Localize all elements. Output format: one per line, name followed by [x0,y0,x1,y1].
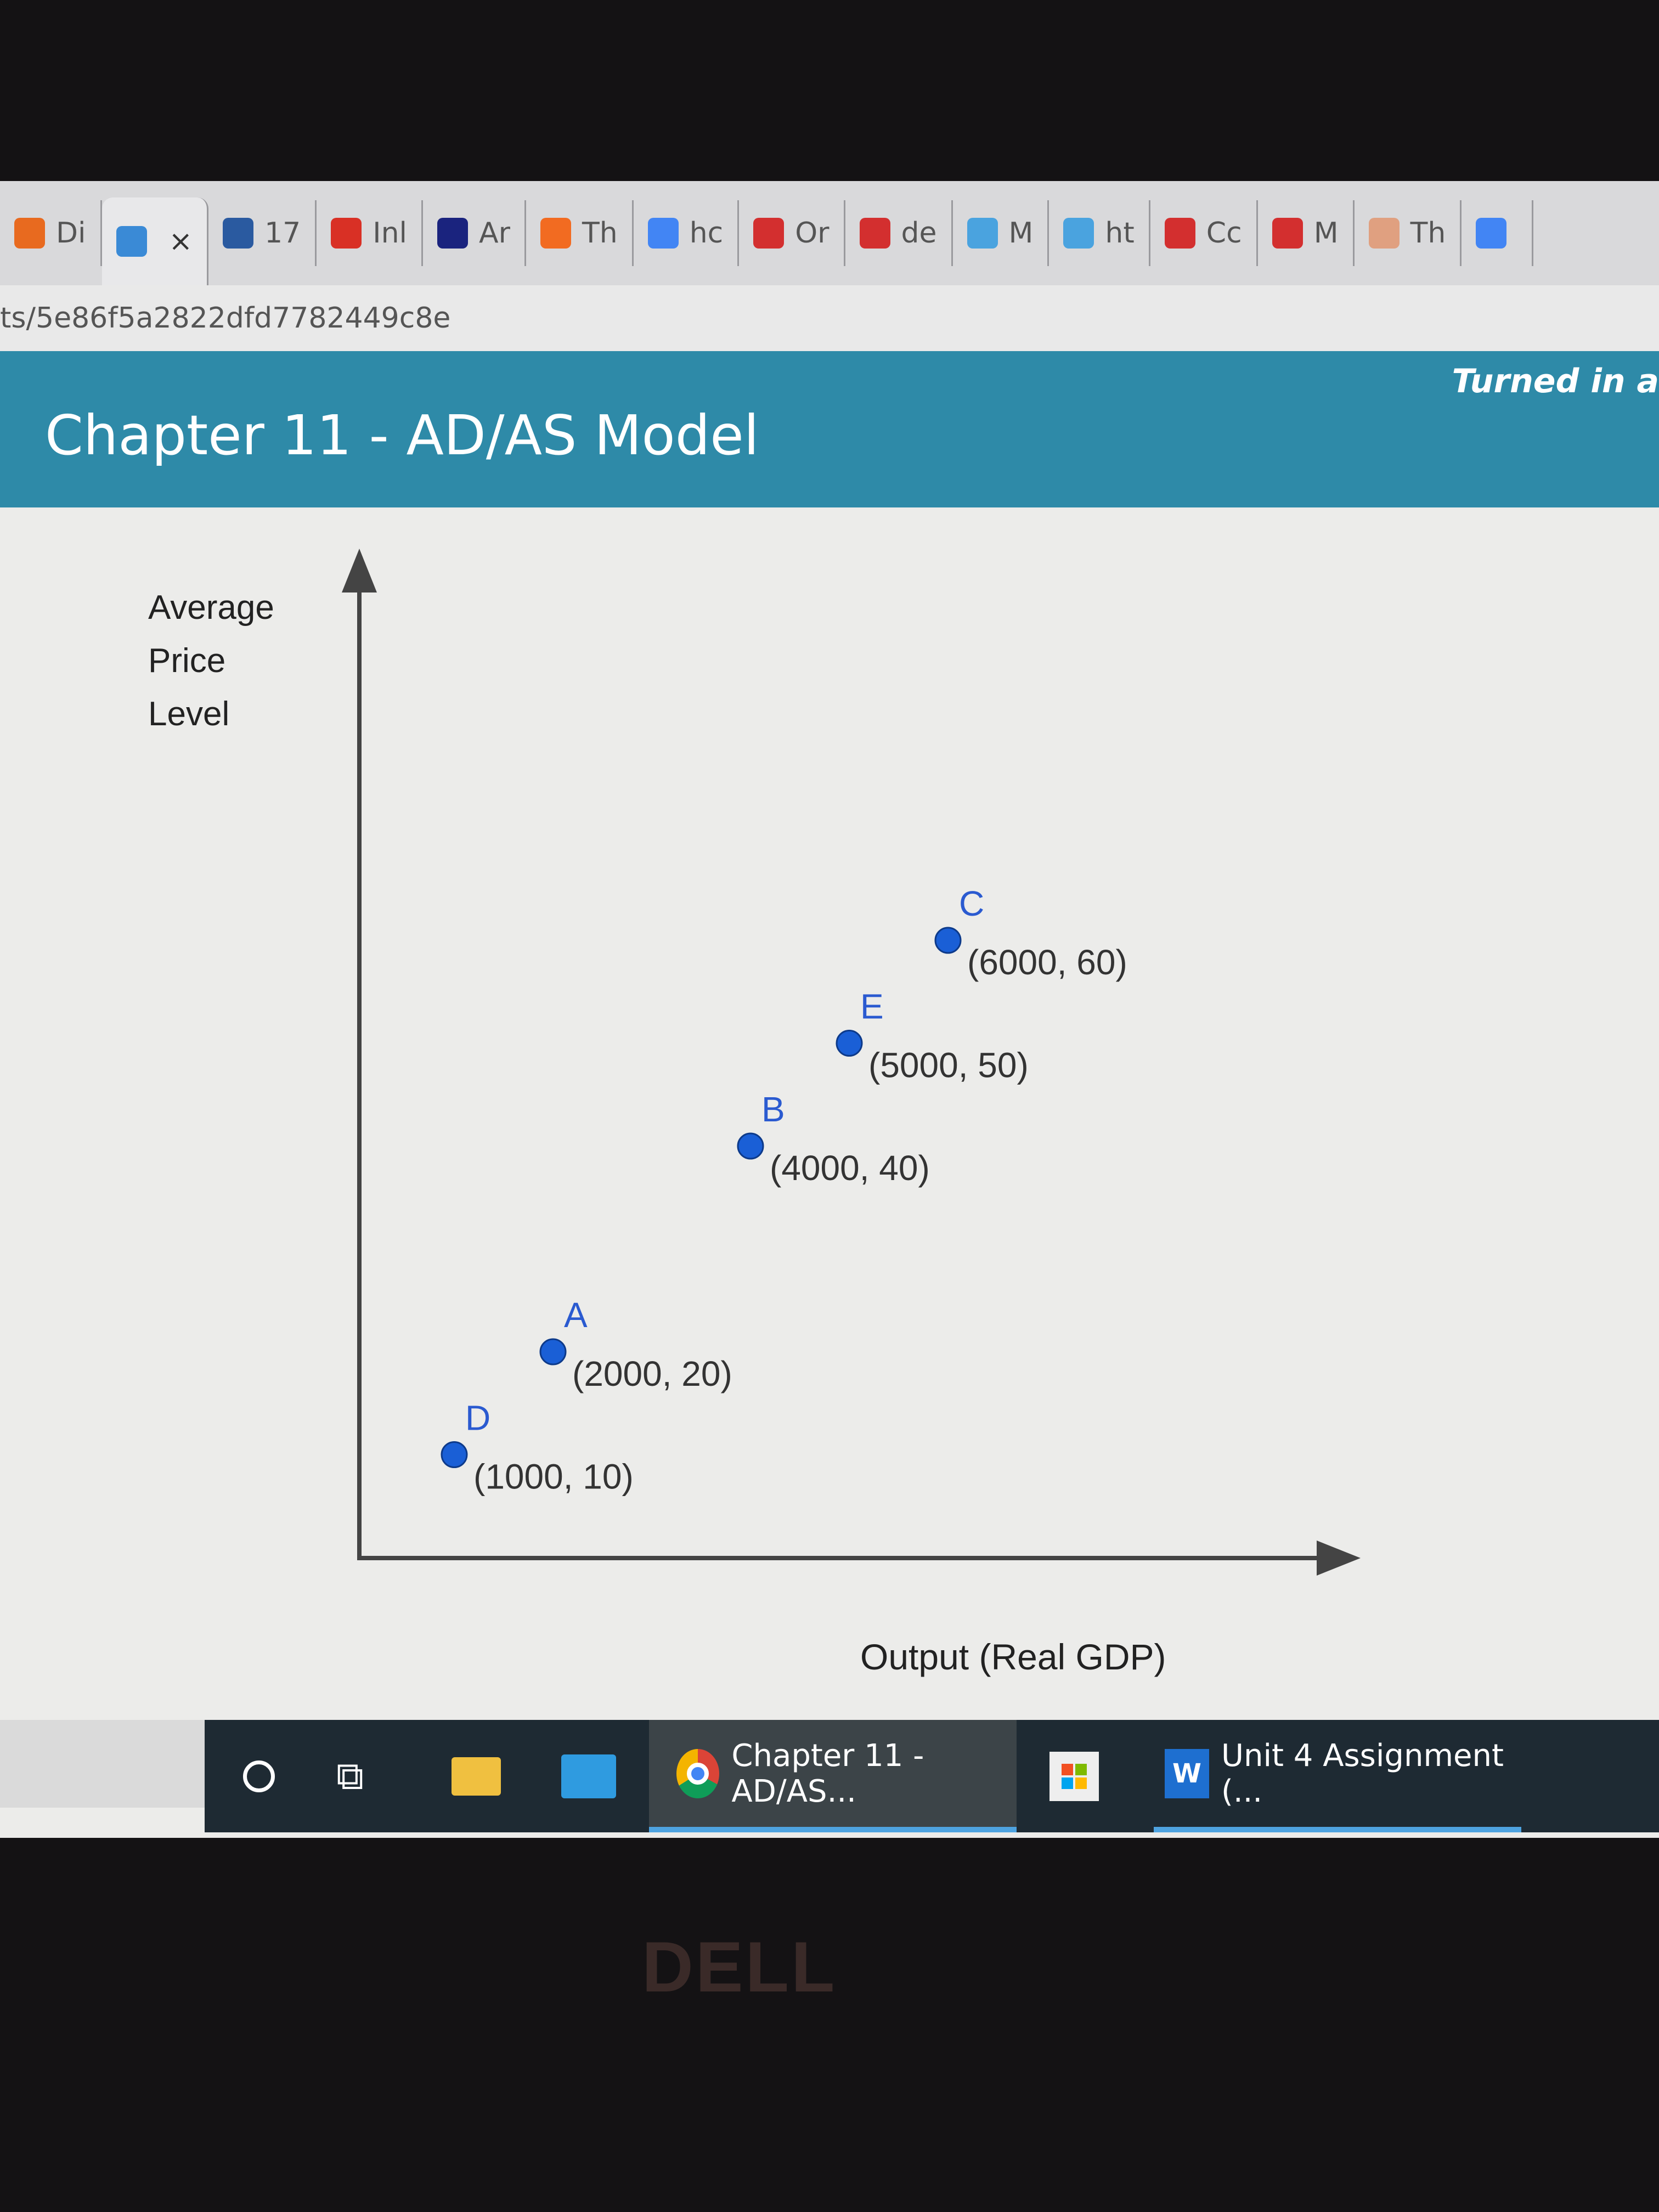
y-axis-label-line: Price [148,642,225,680]
point-coordinate-label: (6000, 60) [967,943,1127,982]
y-axis-label-line: Level [148,695,229,733]
mail-icon [561,1754,616,1798]
data-point-a [539,1338,567,1365]
chrome-icon [676,1748,720,1798]
point-coordinate-label: (4000, 40) [770,1148,930,1188]
point-name-label: E [860,987,884,1026]
mail-button[interactable] [561,1720,616,1832]
word-icon: W [1165,1748,1209,1798]
data-point-c [934,927,962,954]
circle-icon [243,1760,275,1792]
data-point-e [836,1030,863,1057]
point-coordinate-label: (2000, 20) [572,1354,732,1393]
point-name-label: B [761,1090,785,1129]
taskbar: ⧉ Chapter 11 - AD/AS... W Unit 4 Assignm… [205,1720,1659,1832]
data-point-b [737,1132,764,1160]
scatter-chart: Average Price Level Output (Real GDP) C (… [148,549,1361,1677]
task-view-button[interactable]: ⧉ [336,1720,364,1832]
x-axis-label: Output (Real GDP) [860,1637,1166,1677]
folder-icon [452,1757,501,1796]
dell-logo: DELL [642,1927,837,2007]
point-name-label: D [465,1398,490,1438]
store-button[interactable] [1049,1720,1099,1832]
taskbar-chrome-window[interactable]: Chapter 11 - AD/AS... [649,1720,1017,1832]
taskbar-left-area [0,1720,205,1808]
point-name-label: C [959,884,984,923]
cortana-button[interactable] [243,1720,275,1832]
y-axis-label-line: Average [148,589,274,627]
chrome-window-label: Chapter 11 - AD/AS... [731,1737,924,1809]
store-bag-icon [1049,1751,1099,1801]
word-window-label: Unit 4 Assignment (... [1221,1737,1504,1809]
point-name-label: A [564,1295,588,1335]
data-point-d [441,1441,468,1468]
file-explorer-button[interactable] [452,1720,501,1832]
task-view-icon: ⧉ [336,1753,364,1798]
point-coordinate-label: (1000, 10) [473,1457,634,1497]
point-coordinate-label: (5000, 50) [868,1046,1029,1085]
taskbar-word-window[interactable]: W Unit 4 Assignment (... [1154,1720,1521,1832]
